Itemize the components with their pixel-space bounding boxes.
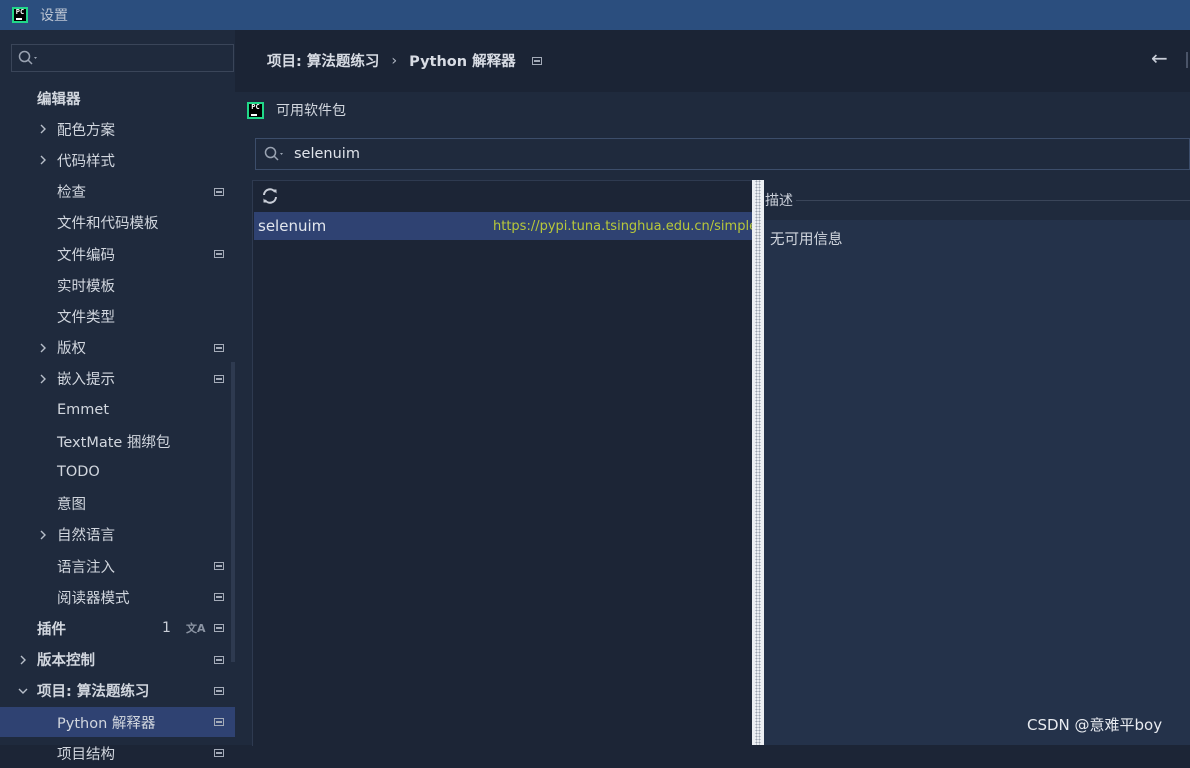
sidebar-item-label: 嵌入提示 <box>57 372 115 389</box>
sidebar-item[interactable]: 嵌入提示 <box>0 364 235 394</box>
breadcrumb-separator: › <box>391 52 398 69</box>
sidebar-item[interactable]: TextMate 捆绑包 <box>0 426 235 456</box>
sidebar-item-label: 实时模板 <box>57 278 115 295</box>
sidebar-item-label: 项目结构 <box>57 746 115 763</box>
sidebar-item-label: TextMate 捆绑包 <box>57 434 171 451</box>
sidebar-item[interactable]: Emmet <box>0 395 235 425</box>
sidebar-item[interactable]: 文件类型 <box>0 301 235 331</box>
sidebar-item[interactable]: 版本控制 <box>0 645 235 675</box>
project-scope-icon <box>214 593 224 602</box>
chevron-right-icon[interactable] <box>38 530 48 540</box>
sidebar-item-label: 版权 <box>57 341 86 358</box>
sidebar-item-label: TODO <box>57 464 100 481</box>
sidebar-item-label: 项目: 算法题练习 <box>37 684 150 701</box>
sidebar-item[interactable]: 项目: 算法题练习 <box>0 676 235 706</box>
chevron-right-icon[interactable] <box>38 124 48 134</box>
settings-sidebar: 编辑器配色方案代码样式检查文件和代码模板 文件编码实时模板文件类型版权嵌入提示 Em… <box>0 30 235 763</box>
sidebar-item[interactable]: 项目结构 <box>0 738 235 768</box>
sidebar-item-label: Emmet <box>57 402 110 418</box>
dialog-title: 可用软件包 <box>276 103 346 119</box>
watermark: CSDN @意难平boy <box>1027 716 1163 734</box>
sidebar-item[interactable]: 实时模板 <box>0 270 235 300</box>
sidebar-item[interactable]: 版权 <box>0 333 235 363</box>
sidebar-item[interactable]: 代码样式 <box>0 145 235 175</box>
chevron-down-icon[interactable] <box>18 686 28 696</box>
sidebar-item[interactable]: 意图 <box>0 489 235 519</box>
project-scope-icon <box>214 686 224 695</box>
sidebar-item-label: 配色方案 <box>57 122 115 139</box>
project-scope-icon <box>214 718 224 726</box>
project-scope-icon <box>214 250 224 258</box>
pycharm-logo-icon: PC <box>247 101 264 119</box>
breadcrumb: 项目: 算法题练习 › Python 解释器 <box>267 50 542 71</box>
settings-search-input[interactable] <box>11 44 234 72</box>
project-scope-icon <box>531 56 542 65</box>
package-name: selenuim <box>258 217 327 235</box>
pane-splitter[interactable] <box>752 180 764 745</box>
project-scope-icon <box>214 343 224 352</box>
project-scope-icon <box>214 655 224 664</box>
sidebar-item[interactable]: 自然语言 <box>0 520 235 550</box>
chevron-right-icon[interactable] <box>38 374 48 384</box>
description-text: 无可用信息 <box>770 232 843 248</box>
project-scope-icon <box>214 562 224 570</box>
chevron-right-icon[interactable] <box>18 655 28 665</box>
package-repo-url: https://pypi.tuna.tsinghua.edu.cn/simple <box>493 218 752 234</box>
description-header: 描述 <box>764 180 1190 220</box>
sidebar-item-label: Python 解释器 <box>57 715 156 732</box>
sidebar-item-label: 语言注入 <box>57 559 115 576</box>
project-scope-icon <box>214 624 224 633</box>
breadcrumb-current: Python 解释器 <box>409 54 516 70</box>
sidebar-item-label: 检查 <box>57 185 86 202</box>
pycharm-logo-icon: PC <box>12 7 28 23</box>
breadcrumb-parent[interactable]: 项目: 算法题练习 <box>267 50 379 71</box>
project-scope-icon <box>214 187 224 196</box>
sidebar-item-label: 文件类型 <box>57 309 115 326</box>
sidebar-item[interactable]: 检查 <box>0 177 235 207</box>
window-titlebar: PC 设置 <box>0 0 1190 30</box>
back-arrow-icon[interactable]: ← <box>1151 46 1168 70</box>
description-divider <box>796 200 1190 201</box>
sidebar-item-label: 文件和代码模板 <box>57 216 159 233</box>
sidebar-item[interactable]: TODO <box>0 457 235 487</box>
sidebar-item-label: 文件编码 <box>57 247 115 264</box>
sidebar-item-label: 意图 <box>57 497 86 514</box>
sidebar-item[interactable]: 语言注入 <box>0 551 235 581</box>
chevron-right-icon[interactable] <box>38 155 48 165</box>
chevron-right-icon[interactable] <box>38 343 48 353</box>
sidebar-item-label: 自然语言 <box>57 528 115 545</box>
package-list: selenuim https://pypi.tuna.tsinghua.edu.… <box>252 180 752 746</box>
translate-icon: 文A <box>186 622 206 636</box>
window-title: 设置 <box>40 8 68 24</box>
sidebar-item-label: 版本控制 <box>37 653 95 670</box>
sidebar-item[interactable]: 文件和代码模板 <box>0 208 235 238</box>
package-search-value: selenuim <box>294 146 360 162</box>
settings-main-panel: 项目: 算法题练习 › Python 解释器 ← PC 可用软件包 selenu… <box>235 30 1190 746</box>
dialog-header: PC 可用软件包 <box>247 100 346 120</box>
panel-edge-divider <box>1186 52 1188 68</box>
project-scope-icon <box>214 749 224 758</box>
search-icon <box>264 146 283 161</box>
description-label: 描述 <box>765 193 793 209</box>
sidebar-item[interactable]: 编辑器 <box>0 83 235 113</box>
plugin-update-count-badge: 1 <box>162 620 171 637</box>
sidebar-item[interactable]: 插件 1 文A <box>0 613 235 643</box>
sidebar-item-label: 代码样式 <box>57 153 115 170</box>
search-icon <box>18 50 37 65</box>
sidebar-item[interactable]: Python 解释器 <box>0 707 235 737</box>
sidebar-item-label: 编辑器 <box>37 91 81 108</box>
description-pane: 描述 无可用信息 <box>764 180 1190 745</box>
sidebar-item-label: 插件 <box>37 621 66 638</box>
sidebar-item[interactable]: 阅读器模式 <box>0 582 235 612</box>
sidebar-item-label: 阅读器模式 <box>57 590 130 607</box>
sidebar-item[interactable]: 配色方案 <box>0 114 235 144</box>
refresh-icon[interactable] <box>261 187 279 205</box>
package-search-input[interactable]: selenuim <box>255 138 1190 170</box>
sidebar-item[interactable]: 文件编码 <box>0 239 235 269</box>
project-scope-icon <box>214 374 224 383</box>
package-row[interactable]: selenuim https://pypi.tuna.tsinghua.edu.… <box>254 212 752 240</box>
available-packages-dialog: PC 可用软件包 selenuim selenuim https://pypi.… <box>235 92 1190 746</box>
